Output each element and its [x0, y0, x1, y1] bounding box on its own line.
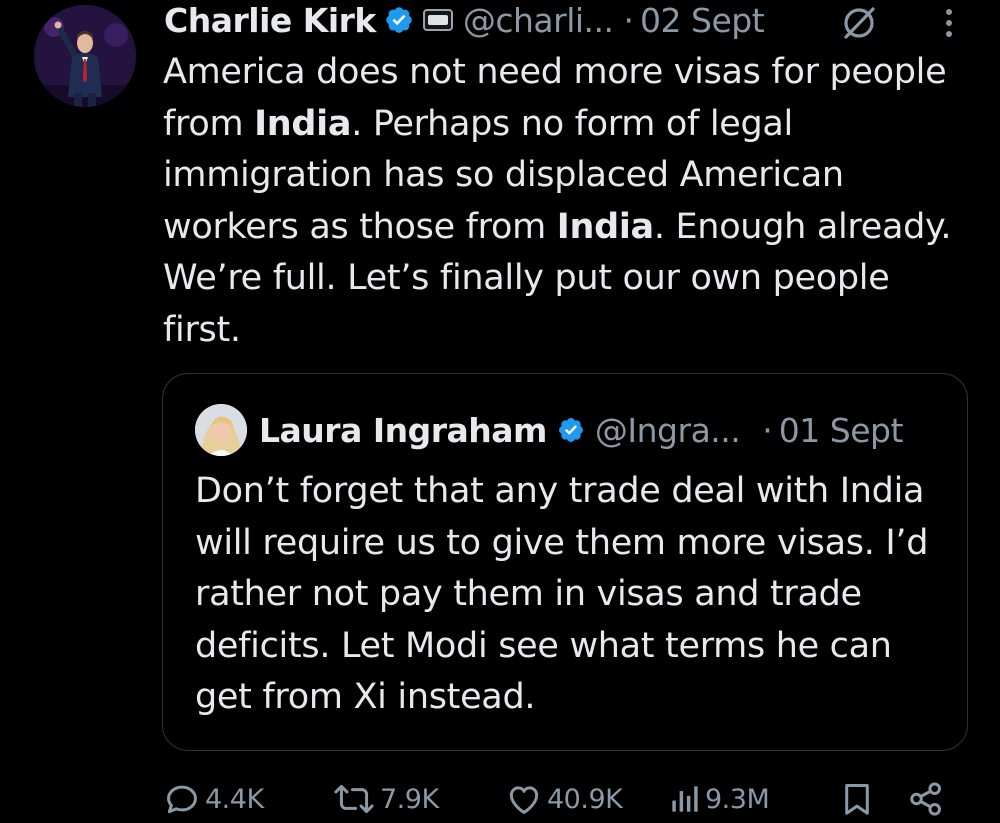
reply-icon [163, 780, 201, 818]
tweet-body-line: workers as those from India. Enough alre… [163, 206, 952, 247]
tweet-body-line: immigration has so displaced American [163, 155, 844, 195]
quoted-body-line: get from Xi instead. [195, 677, 536, 717]
like-button[interactable]: 40.9K [505, 775, 623, 823]
tweet-body-line: first. [163, 309, 241, 350]
grok-icon[interactable] [840, 4, 878, 42]
author-handle[interactable]: @charli... [463, 1, 614, 40]
more-options-icon[interactable] [937, 4, 961, 42]
tweet-header: Charlie Kirk @charli... · 02 Sept [164, 0, 765, 40]
author-avatar[interactable] [34, 5, 136, 107]
reply-count: 4.4K [205, 783, 264, 815]
tweet-body-line: America does not need more visas for peo… [163, 52, 947, 92]
tweet-date[interactable]: 02 Sept [640, 1, 765, 40]
repost-icon [332, 780, 376, 818]
bookmark-icon [838, 780, 876, 818]
affiliation-badge-icon[interactable] [422, 9, 453, 31]
quoted-body-line: deficits. Let Modi see what terms he can [195, 625, 892, 666]
quoted-header-separator: · [762, 410, 773, 450]
like-icon [505, 780, 543, 818]
views-count: 9.3M [705, 783, 770, 815]
header-separator: · [623, 0, 635, 40]
tweet-body: America does not need more visas for peo… [163, 47, 983, 356]
verified-badge-icon[interactable] [557, 416, 585, 444]
repost-button[interactable]: 7.9K [332, 775, 439, 823]
tweet[interactable]: Charlie Kirk @charli... · 02 Sept Americ… [0, 0, 1000, 823]
quoted-body-line: will require us to give them more visas.… [195, 522, 929, 563]
tweet-body-line: We’re full. Let’s finally put our own pe… [163, 258, 890, 298]
views-icon [669, 780, 701, 818]
repost-count: 7.9K [380, 783, 439, 815]
share-icon [907, 780, 945, 818]
quoted-tweet[interactable]: Laura Ingraham @Ingra... · 01 Sept Don’t… [162, 373, 968, 751]
like-count: 40.9K [547, 783, 623, 815]
quoted-tweet-date[interactable]: 01 Sept [779, 411, 904, 450]
reply-button[interactable]: 4.4K [163, 775, 264, 823]
share-button[interactable] [907, 775, 945, 823]
bookmark-button[interactable] [838, 775, 876, 823]
author-name[interactable]: Charlie Kirk [164, 1, 376, 40]
quoted-author-name[interactable]: Laura Ingraham [259, 411, 547, 450]
quoted-author-handle[interactable]: @Ingra... [595, 411, 741, 450]
verified-badge-icon[interactable] [384, 5, 414, 35]
quoted-tweet-body: Don’t forget that any trade deal with In… [195, 466, 955, 724]
quoted-author-avatar[interactable] [195, 404, 247, 456]
action-bar: 4.4K 7.9K 40.9K 9.3M [0, 775, 1000, 823]
quoted-body-line: Don’t forget that any trade deal with In… [195, 471, 925, 511]
quoted-body-line: rather not pay them in visas and trade [195, 574, 862, 614]
quoted-tweet-header: Laura Ingraham @Ingra... · 01 Sept [259, 404, 903, 456]
tweet-body-line: from India. Perhaps no form of legal [163, 103, 793, 144]
views-button[interactable]: 9.3M [669, 775, 770, 823]
